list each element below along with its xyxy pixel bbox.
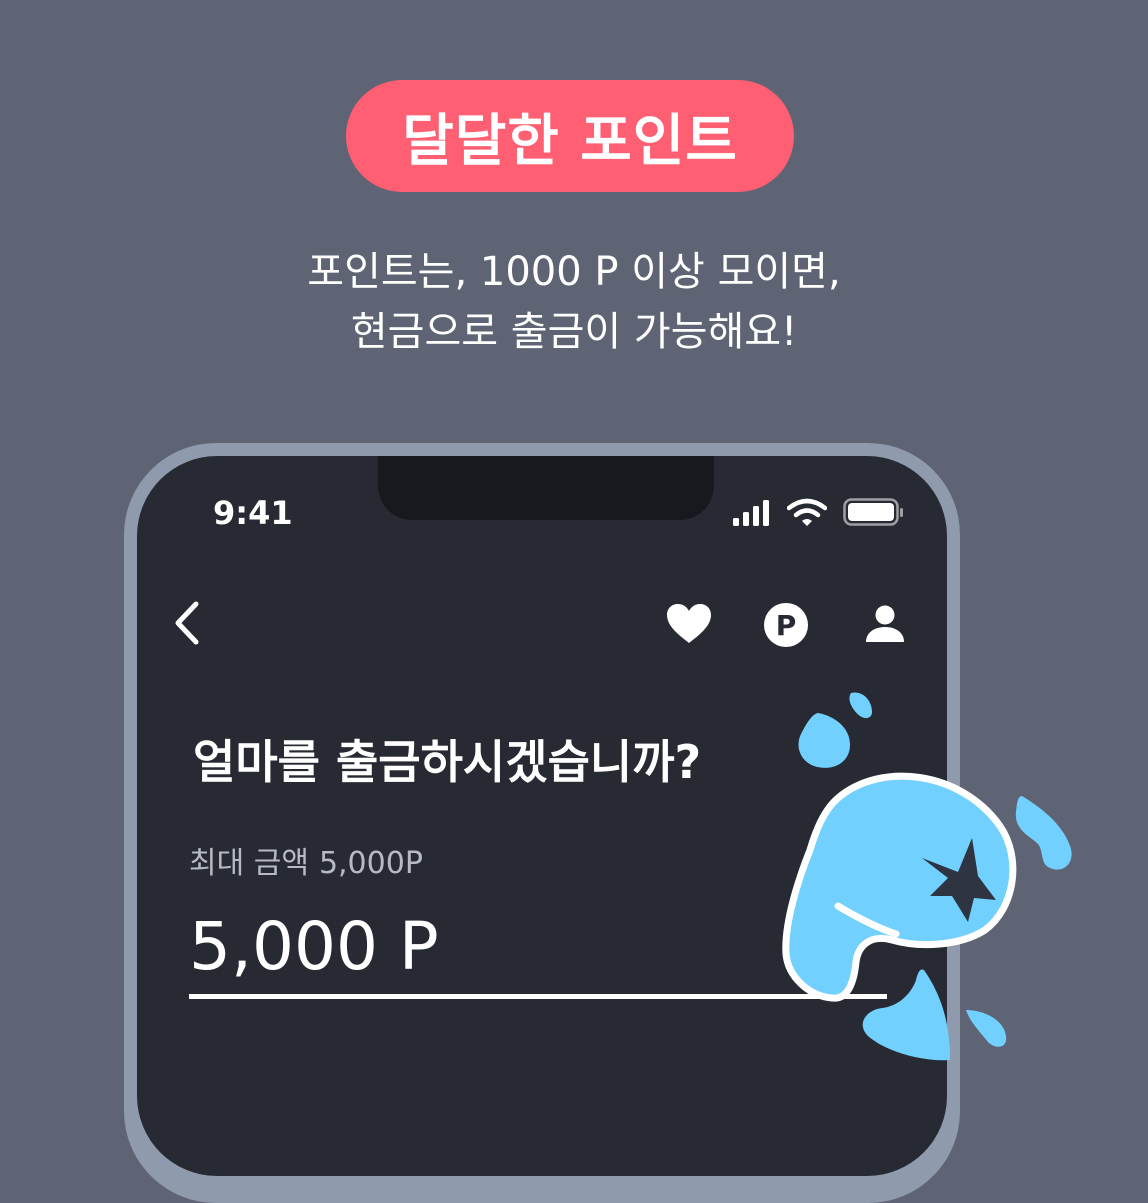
caption-line-2: 현금으로 출금이 가능해요! bbox=[350, 309, 798, 355]
heart-icon[interactable] bbox=[665, 602, 713, 646]
status-time: 9:41 bbox=[213, 494, 293, 532]
caption-line-1: 포인트는, 1000 P 이상 모이면, bbox=[307, 249, 841, 295]
max-amount-value: 5,000P bbox=[318, 846, 423, 881]
amount-input[interactable] bbox=[189, 906, 869, 986]
person-icon[interactable] bbox=[863, 602, 907, 646]
points-icon-letter: P bbox=[776, 609, 797, 642]
title-badge: 달달한 포인트 bbox=[346, 80, 794, 192]
mascot-illustration bbox=[782, 692, 1072, 1061]
withdraw-question: 얼마를 출금하시겠습니까? bbox=[193, 735, 702, 789]
max-amount-label: 최대 금액 bbox=[189, 846, 309, 881]
points-icon[interactable]: P bbox=[763, 602, 809, 648]
phone-notch bbox=[378, 456, 714, 520]
back-icon[interactable] bbox=[167, 598, 207, 648]
wifi-icon bbox=[787, 498, 827, 526]
signal-icon bbox=[733, 500, 769, 526]
max-amount: 최대 금액 5,000P bbox=[189, 838, 423, 882]
battery-icon bbox=[843, 498, 903, 526]
title-text: 달달한 포인트 bbox=[402, 108, 738, 174]
